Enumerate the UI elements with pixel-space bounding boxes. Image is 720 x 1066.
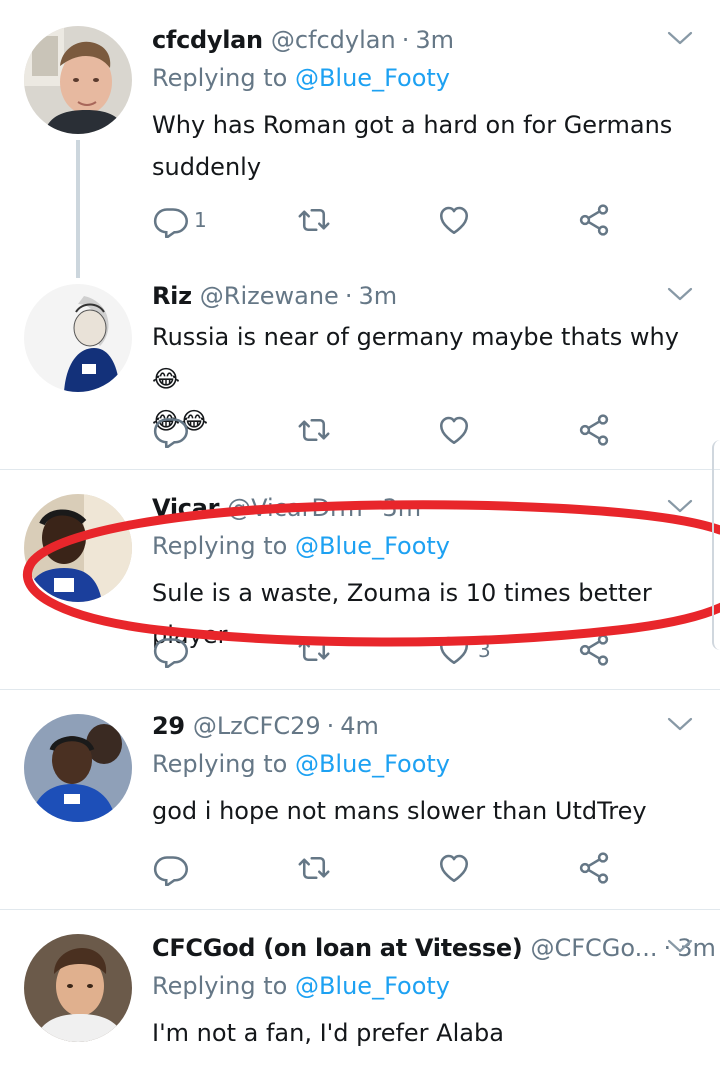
retweet-icon: [296, 632, 332, 668]
tweet-text-line-1: Russia is near of germany maybe thats wh…: [152, 323, 679, 393]
retweet-icon: [296, 202, 332, 238]
tweet-header: CFCGod (on loan at Vitesse) @CFCGo... · …: [152, 928, 716, 968]
separator-dot: ·: [368, 494, 377, 522]
divider: [0, 909, 720, 910]
user-handle[interactable]: @Rizewane: [200, 282, 339, 310]
share-icon: [576, 632, 612, 668]
replying-to: Replying to @Blue_Footy: [152, 532, 450, 560]
tweet-actions: 1: [152, 200, 632, 240]
share-button[interactable]: [576, 848, 612, 888]
display-name[interactable]: Riz: [152, 282, 192, 310]
timestamp[interactable]: 3m: [358, 282, 397, 310]
separator-dot: ·: [401, 26, 410, 54]
mention-link[interactable]: @Blue_Footy: [295, 64, 450, 92]
replying-prefix: Replying to: [152, 64, 288, 92]
tweet-text: god i hope not mans slower than UtdTrey: [152, 797, 647, 825]
share-button[interactable]: [576, 200, 612, 240]
tweet-header: Riz @Rizewane · 3m: [152, 276, 397, 316]
tweet-3[interactable]: Vicar @VicarDrm · 3m Replying to @Blue_F…: [0, 488, 720, 688]
tweet-actions: [152, 848, 632, 888]
like-count: 3: [478, 638, 491, 662]
replying-prefix: Replying to: [152, 750, 288, 778]
mention-link[interactable]: @Blue_Footy: [295, 750, 450, 778]
reply-button[interactable]: [152, 848, 188, 888]
reply-count: 1: [194, 208, 207, 232]
tweet-header: 29 @LzCFC29 · 4m: [152, 706, 379, 746]
tweet-header: cfcdylan @cfcdylan · 3m: [152, 20, 454, 60]
mention-link[interactable]: @Blue_Footy: [295, 972, 450, 1000]
retweet-button[interactable]: [296, 848, 332, 888]
share-button[interactable]: [576, 410, 612, 450]
mention-link[interactable]: @Blue_Footy: [295, 532, 450, 560]
chevron-down-icon[interactable]: [666, 714, 694, 734]
tweet-1[interactable]: cfcdylan @cfcdylan · 3m Replying to @Blu…: [0, 20, 720, 260]
divider: [0, 689, 720, 690]
user-handle[interactable]: @VicarDrm: [227, 494, 363, 522]
retweet-button[interactable]: [296, 410, 332, 450]
tweet-text: Why has Roman got a hard on for Germans …: [152, 111, 673, 181]
chevron-down-icon[interactable]: [666, 28, 694, 48]
tweet-4[interactable]: 29 @LzCFC29 · 4m Replying to @Blue_Footy…: [0, 706, 720, 906]
avatar[interactable]: [24, 26, 132, 134]
like-button[interactable]: 3: [436, 630, 491, 670]
reply-button[interactable]: [152, 630, 188, 670]
tweet-header: Vicar @VicarDrm · 3m: [152, 488, 421, 528]
display-name[interactable]: CFCGod (on loan at Vitesse): [152, 934, 523, 962]
timestamp[interactable]: 3m: [415, 26, 454, 54]
tweet-text: I'm not a fan, I'd prefer Alaba: [152, 1019, 504, 1047]
chevron-down-icon[interactable]: [666, 496, 694, 516]
retweet-button[interactable]: [296, 200, 332, 240]
reply-button[interactable]: [152, 410, 188, 450]
share-icon: [576, 412, 612, 448]
retweet-icon: [296, 412, 332, 448]
separator-dot: ·: [344, 282, 353, 310]
tweet-5[interactable]: CFCGod (on loan at Vitesse) @CFCGo... · …: [0, 928, 720, 1066]
timestamp[interactable]: 3m: [382, 494, 421, 522]
heart-icon: [436, 632, 472, 668]
replying-to: Replying to @Blue_Footy: [152, 972, 450, 1000]
display-name[interactable]: cfcdylan: [152, 26, 263, 54]
retweet-button[interactable]: [296, 630, 332, 670]
reply-button[interactable]: 1: [152, 200, 207, 240]
replying-to: Replying to @Blue_Footy: [152, 64, 450, 92]
heart-icon: [436, 850, 472, 886]
share-icon: [576, 202, 612, 238]
avatar[interactable]: [24, 714, 132, 822]
like-button[interactable]: [436, 410, 472, 450]
reply-icon: [152, 632, 188, 668]
timestamp[interactable]: 4m: [340, 712, 379, 740]
user-handle[interactable]: @cfcdylan: [271, 26, 396, 54]
retweet-icon: [296, 850, 332, 886]
separator-dot: ·: [326, 712, 335, 740]
tweet-2[interactable]: Riz @Rizewane · 3m Russia is near of ger…: [0, 276, 720, 466]
display-name[interactable]: Vicar: [152, 494, 219, 522]
divider: [0, 469, 720, 470]
heart-icon: [436, 412, 472, 448]
avatar[interactable]: [24, 494, 132, 602]
tweet-actions: [152, 410, 632, 450]
avatar[interactable]: [24, 934, 132, 1042]
share-icon: [576, 850, 612, 886]
replying-prefix: Replying to: [152, 532, 288, 560]
like-button[interactable]: [436, 200, 472, 240]
display-name[interactable]: 29: [152, 712, 185, 740]
reply-icon: [152, 202, 188, 238]
user-handle[interactable]: @LzCFC29: [193, 712, 321, 740]
heart-icon: [436, 202, 472, 238]
share-button[interactable]: [576, 630, 612, 670]
replying-prefix: Replying to: [152, 972, 288, 1000]
reply-icon: [152, 850, 188, 886]
scrollbar-edge[interactable]: [712, 440, 720, 650]
user-handle[interactable]: @CFCGo...: [530, 934, 657, 962]
reply-icon: [152, 412, 188, 448]
chevron-down-icon[interactable]: [666, 936, 694, 956]
avatar[interactable]: [24, 284, 132, 392]
like-button[interactable]: [436, 848, 472, 888]
tweet-actions: 3: [152, 630, 632, 670]
chevron-down-icon[interactable]: [666, 284, 694, 304]
replying-to: Replying to @Blue_Footy: [152, 750, 450, 778]
